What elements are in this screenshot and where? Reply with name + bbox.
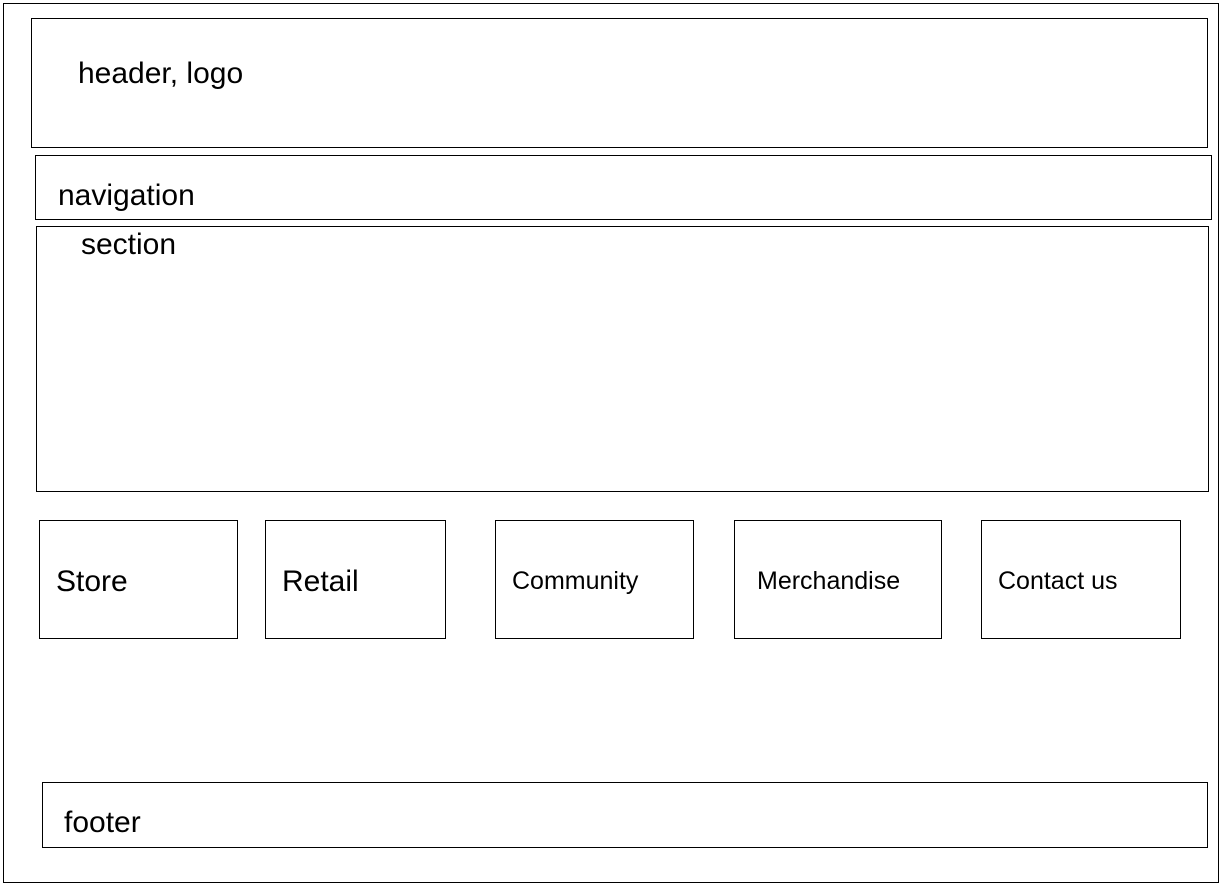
section-label: section	[81, 228, 177, 261]
footer-label: footer	[64, 806, 141, 839]
tile-retail-label: Retail	[282, 565, 359, 598]
header-label: header, logo	[78, 57, 244, 90]
header-logo-block: header, logo	[31, 18, 1208, 148]
tile-retail[interactable]: Retail	[265, 520, 446, 639]
navigation-bar[interactable]: navigation	[35, 155, 1212, 220]
navigation-label: navigation	[58, 179, 195, 212]
tile-contact-us[interactable]: Contact us	[981, 520, 1181, 639]
tile-store-label: Store	[56, 565, 128, 598]
tile-merchandise[interactable]: Merchandise	[734, 520, 942, 639]
main-section: section	[36, 226, 1209, 492]
tile-contact-us-label: Contact us	[998, 567, 1118, 595]
footer-block: footer	[42, 782, 1208, 848]
tile-store[interactable]: Store	[39, 520, 238, 639]
tile-community[interactable]: Community	[495, 520, 694, 639]
tile-merchandise-label: Merchandise	[757, 567, 901, 595]
tile-community-label: Community	[512, 567, 639, 595]
